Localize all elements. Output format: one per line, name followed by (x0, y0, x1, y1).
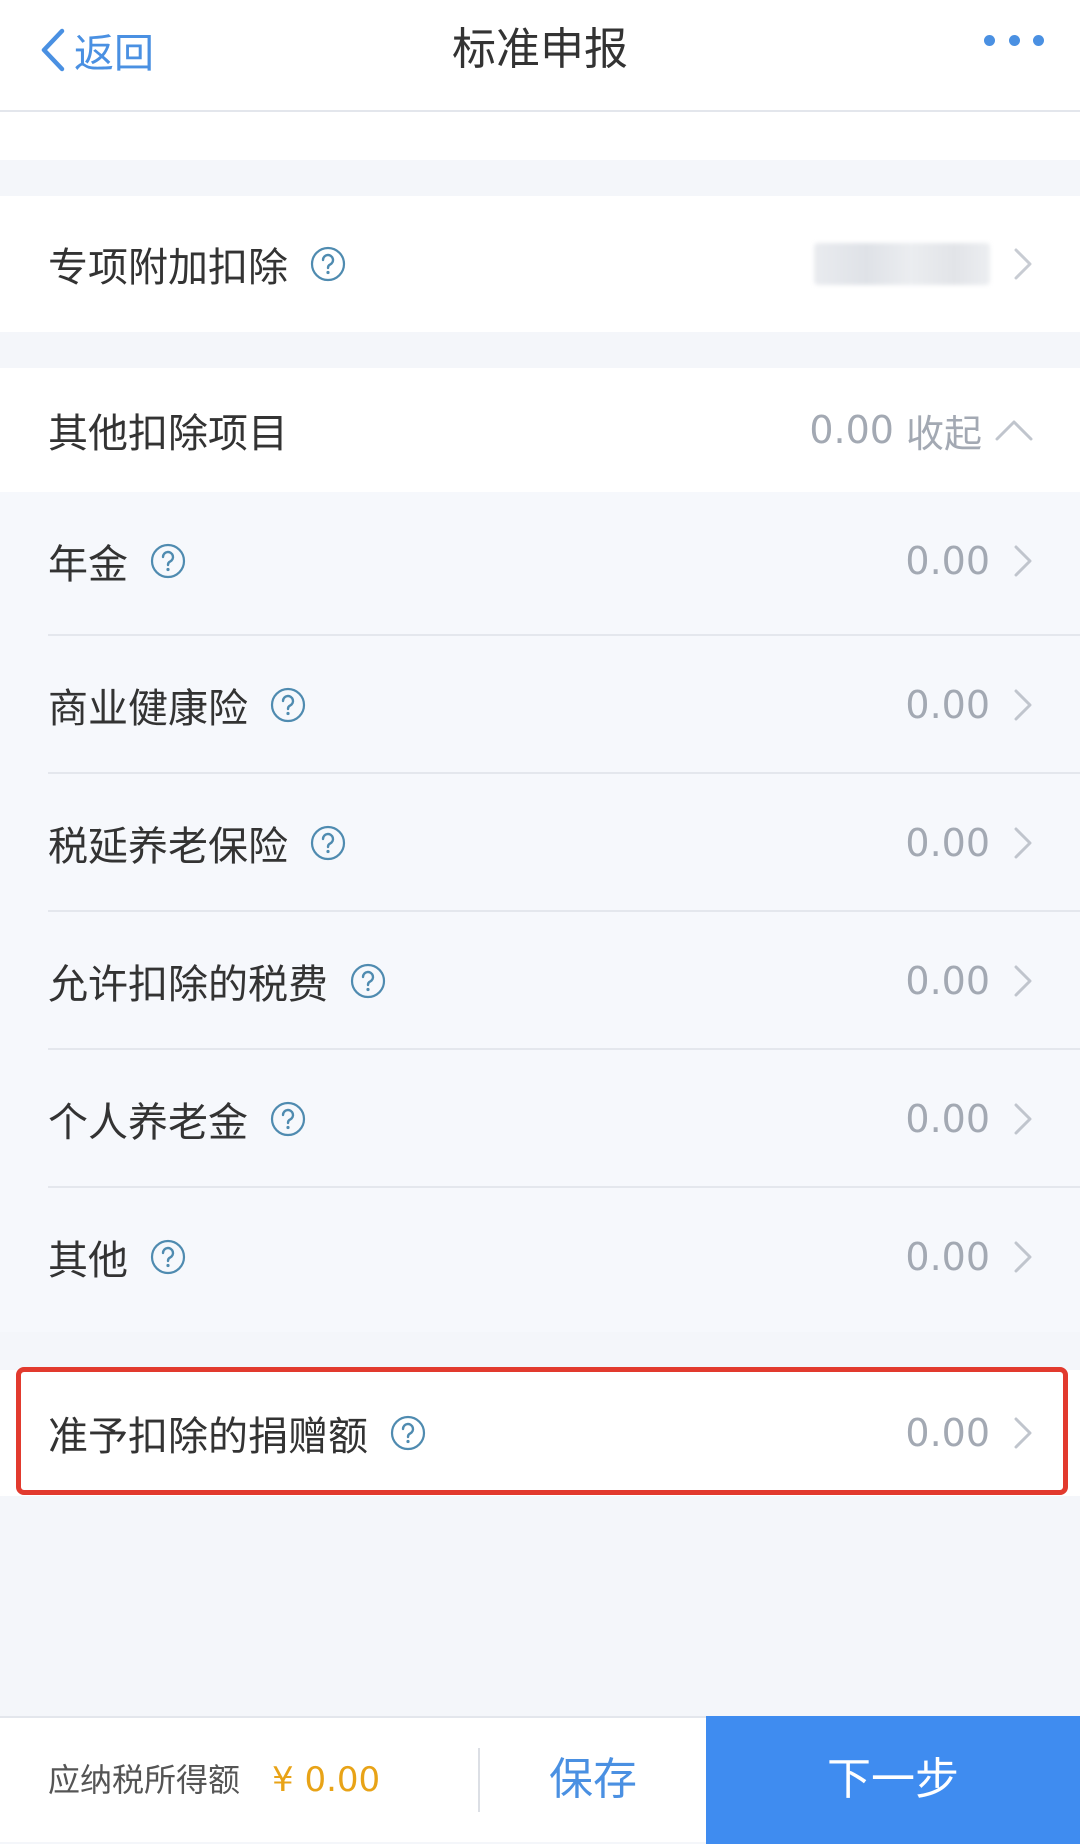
item-value: 0.00 (905, 821, 990, 865)
dot (1033, 34, 1044, 46)
more-dots-icon[interactable] (984, 30, 1044, 50)
chevron-right-icon (1014, 1241, 1032, 1273)
partial-previous-section (0, 112, 1080, 160)
item-value: 0.00 (905, 959, 990, 1003)
list-item-personal-pension[interactable]: 个人养老金 0.00 (0, 1050, 1080, 1188)
list-item-tax-deferred-pension[interactable]: 税延养老保险 0.00 (0, 774, 1080, 912)
special-deduction-label: 专项附加扣除 (48, 245, 288, 291)
blurred-value (814, 243, 990, 285)
list-item-other[interactable]: 其他 0.00 (0, 1188, 1080, 1326)
other-deductions-header[interactable]: 其他扣除项目 0.00 收起 (0, 368, 1080, 492)
donation-value: 0.00 (905, 1411, 990, 1455)
other-deductions-list: 年金 0.00 商业健康险 0.00 税延养老保险 0.00 允许扣除的税费 0… (0, 492, 1080, 1332)
chevron-right-icon (1014, 1417, 1032, 1449)
question-circle-icon[interactable] (150, 1239, 186, 1275)
chevron-right-icon (1014, 545, 1032, 577)
chevron-right-icon (1014, 248, 1032, 280)
chevron-right-icon (1014, 689, 1032, 721)
question-circle-icon[interactable] (390, 1415, 426, 1451)
dot (1008, 34, 1020, 46)
list-item-health-insurance[interactable]: 商业健康险 0.00 (0, 636, 1080, 774)
question-circle-icon[interactable] (150, 543, 186, 579)
item-value: 0.00 (905, 683, 990, 727)
donation-deduction-row[interactable]: 准予扣除的捐赠额 0.00 (0, 1370, 1080, 1496)
other-deductions-total: 0.00 (809, 408, 894, 452)
question-circle-icon[interactable] (310, 246, 346, 282)
taxable-income-label: 应纳税所得额 (48, 1761, 241, 1799)
item-label: 个人养老金 (48, 1100, 248, 1146)
chevron-right-icon (1014, 827, 1032, 859)
question-circle-icon[interactable] (350, 963, 386, 999)
item-value: 0.00 (905, 1235, 990, 1279)
dot (984, 34, 995, 46)
question-circle-icon[interactable] (310, 825, 346, 861)
item-label: 其他 (48, 1238, 128, 1284)
item-label: 商业健康险 (48, 686, 248, 732)
item-label: 税延养老保险 (48, 824, 288, 870)
item-value: 0.00 (905, 539, 990, 583)
list-item-annuity[interactable]: 年金 0.00 (0, 492, 1080, 630)
chevron-right-icon (1014, 965, 1032, 997)
chevron-up-icon[interactable] (994, 418, 1034, 442)
bottom-action-bar: 应纳税所得额 ¥ 0.00 保存 下一步 (0, 1716, 1080, 1844)
page-title: 标准申报 (452, 24, 628, 75)
special-deduction-row[interactable]: 专项附加扣除 (0, 196, 1080, 332)
question-circle-icon[interactable] (270, 687, 306, 723)
item-label: 允许扣除的税费 (48, 962, 328, 1008)
donation-label: 准予扣除的捐赠额 (48, 1414, 368, 1460)
item-label: 年金 (48, 542, 128, 588)
question-circle-icon[interactable] (270, 1101, 306, 1137)
collapse-toggle-label[interactable]: 收起 (906, 403, 982, 458)
next-step-button[interactable]: 下一步 (706, 1716, 1080, 1844)
chevron-right-icon (1014, 1103, 1032, 1135)
list-item-deductible-taxes[interactable]: 允许扣除的税费 0.00 (0, 912, 1080, 1050)
item-value: 0.00 (905, 1097, 990, 1141)
other-deductions-label: 其他扣除项目 (48, 411, 288, 457)
navigation-bar: 返回 标准申报 (0, 0, 1080, 112)
save-button[interactable]: 保存 (480, 1718, 706, 1842)
taxable-income-amount: ¥ 0.00 (272, 1760, 381, 1800)
